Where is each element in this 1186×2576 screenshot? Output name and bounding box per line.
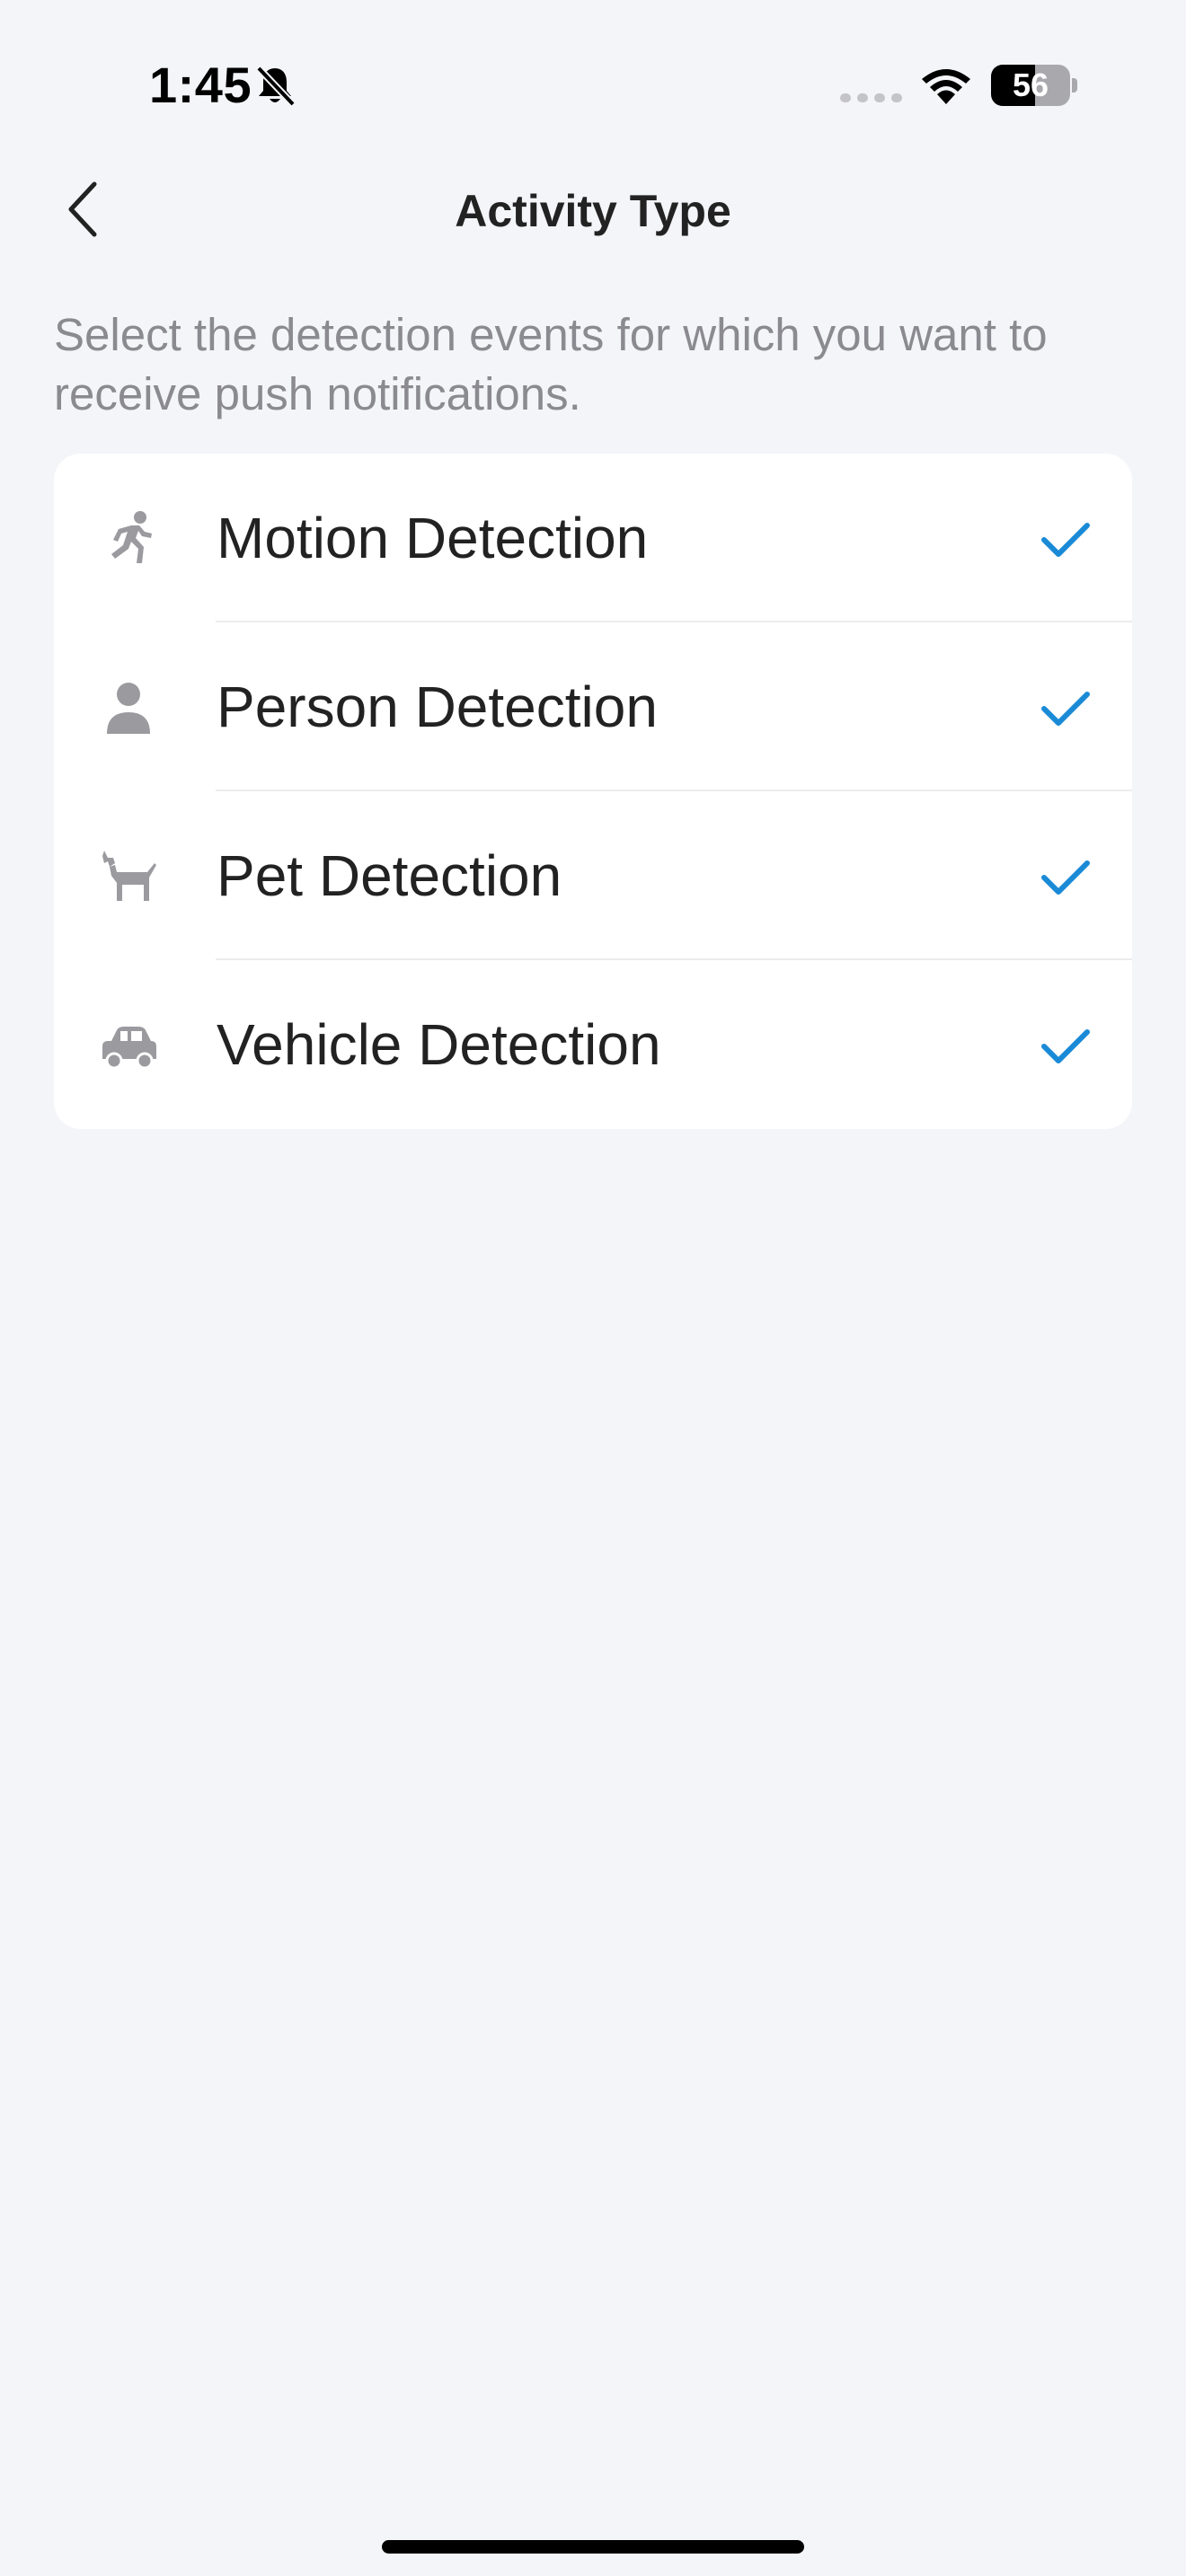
option-motion-detection[interactable]: Motion Detection xyxy=(54,454,1132,622)
description-text: Select the detection events for which yo… xyxy=(54,309,1048,419)
option-label: Motion Detection xyxy=(217,506,649,570)
checkmark-icon xyxy=(1039,1025,1093,1068)
detection-options-list: Motion Detection Person Detection Pet De… xyxy=(54,454,1132,1129)
dog-icon xyxy=(99,847,158,906)
option-label: Person Detection xyxy=(217,675,658,739)
option-label: Pet Detection xyxy=(217,843,562,908)
bell-slash-icon xyxy=(252,63,298,110)
wifi-icon xyxy=(918,65,974,106)
option-person-detection[interactable]: Person Detection xyxy=(54,622,1132,791)
checkmark-icon xyxy=(1039,856,1093,899)
status-bar: 1:45 56 xyxy=(0,0,1186,171)
battery-level: 56 xyxy=(1012,66,1049,103)
cellular-signal-icon xyxy=(840,92,903,104)
status-time: 1:45 xyxy=(149,57,252,113)
checkmark-icon xyxy=(1039,518,1093,561)
car-icon xyxy=(99,1016,158,1075)
battery-icon: 56 xyxy=(991,65,1077,106)
person-icon xyxy=(99,678,158,737)
option-pet-detection[interactable]: Pet Detection xyxy=(54,791,1132,960)
option-label: Vehicle Detection xyxy=(217,1012,661,1077)
running-person-icon xyxy=(99,509,158,569)
home-indicator[interactable] xyxy=(382,2540,804,2554)
option-vehicle-detection[interactable]: Vehicle Detection xyxy=(54,960,1132,1129)
page-title: Activity Type xyxy=(455,186,731,236)
checkmark-icon xyxy=(1039,687,1093,730)
